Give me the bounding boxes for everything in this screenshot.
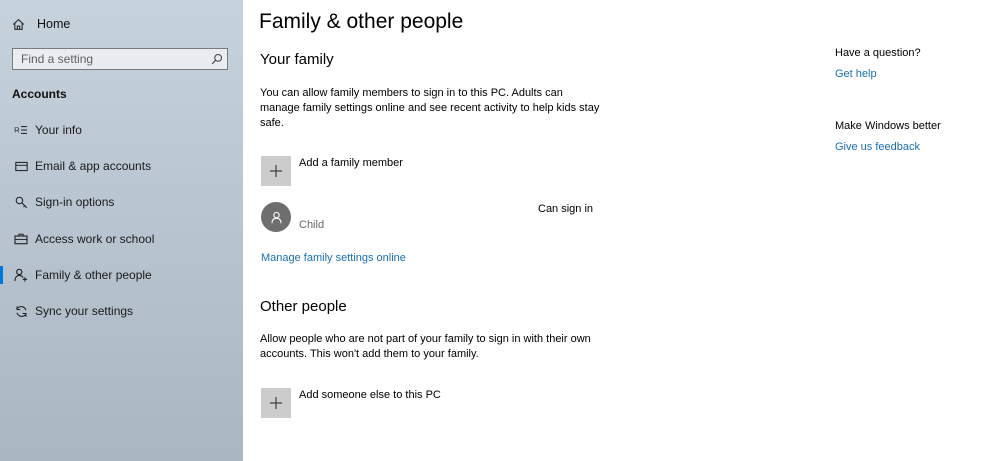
sidebar-item-label: Email & app accounts — [35, 159, 152, 173]
sidebar-item-sync[interactable]: Sync your settings — [0, 296, 243, 326]
add-someone-else-button[interactable]: Add someone else to this PC — [261, 388, 441, 420]
key-icon — [11, 196, 31, 209]
member-status: Can sign in — [538, 203, 594, 215]
section-title: Accounts — [12, 87, 67, 101]
sidebar-item-label: Your info — [35, 123, 82, 137]
home-label: Home — [37, 17, 71, 31]
svg-text:R: R — [14, 126, 20, 135]
sidebar-item-email-accounts[interactable]: Email & app accounts — [0, 151, 243, 181]
sidebar-item-label: Sync your settings — [35, 304, 134, 318]
member-role: Child — [299, 219, 325, 231]
page-title: Family & other people — [259, 10, 464, 33]
search-box[interactable] — [12, 48, 228, 70]
manage-family-link[interactable]: Manage family settings online — [261, 252, 406, 264]
add-person-icon — [11, 268, 31, 282]
main-content: Family & other people Your family You ca… — [243, 0, 1002, 461]
sidebar-item-label: Access work or school — [35, 232, 155, 246]
plus-icon — [261, 156, 291, 186]
search-icon[interactable] — [207, 53, 227, 65]
family-member-row[interactable]: Child Can sign in — [261, 202, 601, 234]
sidebar-item-sign-in-options[interactable]: Sign-in options — [0, 187, 243, 217]
sidebar-item-label: Family & other people — [35, 268, 152, 282]
home-nav-item[interactable]: Home — [12, 14, 70, 34]
briefcase-icon — [11, 233, 31, 245]
contact-card-icon: R — [11, 124, 31, 136]
get-help-link[interactable]: Get help — [835, 68, 877, 80]
avatar — [261, 202, 291, 232]
add-family-member-label: Add a family member — [299, 157, 403, 169]
your-family-description: You can allow family members to sign in … — [260, 87, 600, 129]
sidebar-item-your-info[interactable]: R Your info — [0, 115, 243, 145]
person-icon — [271, 211, 281, 223]
search-input[interactable] — [13, 51, 207, 67]
have-question-heading: Have a question? — [835, 47, 921, 59]
sync-icon — [11, 305, 31, 318]
make-windows-better-heading: Make Windows better — [835, 120, 941, 132]
home-icon — [12, 18, 25, 30]
give-feedback-link[interactable]: Give us feedback — [835, 141, 920, 153]
add-family-member-button[interactable]: Add a family member — [261, 156, 403, 188]
sidebar: Home Accounts R Your info — [0, 0, 243, 461]
sidebar-item-label: Sign-in options — [35, 195, 115, 209]
other-people-description: Allow people who are not part of your fa… — [260, 333, 591, 360]
sidebar-item-family[interactable]: Family & other people — [0, 260, 243, 290]
mail-icon — [11, 161, 31, 172]
add-someone-else-label: Add someone else to this PC — [299, 389, 441, 401]
your-family-heading: Your family — [260, 51, 334, 68]
other-people-heading: Other people — [260, 298, 347, 315]
plus-icon — [261, 388, 291, 418]
sidebar-item-access-work[interactable]: Access work or school — [0, 224, 243, 254]
